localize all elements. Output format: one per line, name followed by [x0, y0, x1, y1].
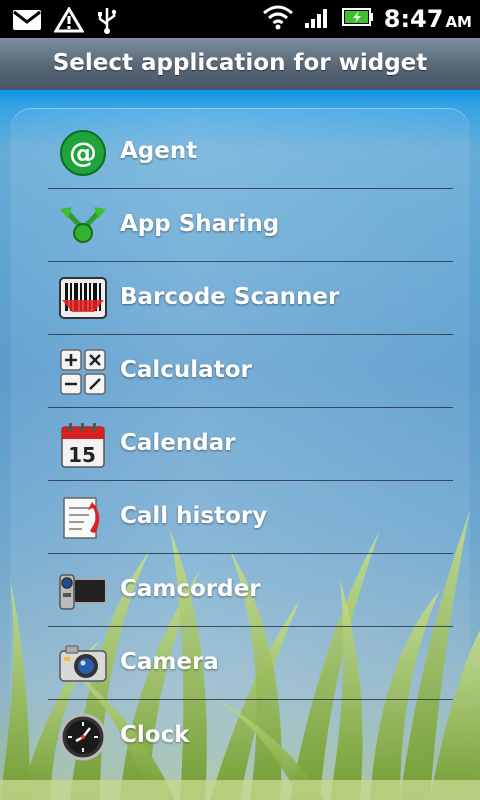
- list-item-label: Camera: [120, 649, 219, 675]
- list-item-label: Camcorder: [120, 576, 261, 602]
- status-ampm: AM: [445, 13, 472, 31]
- battery-charging-icon: [341, 7, 374, 31]
- list-item-calculator[interactable]: Calculator: [48, 335, 453, 408]
- svg-text:@: @: [69, 136, 97, 169]
- list-item-clock[interactable]: Clock: [48, 700, 453, 772]
- list-item-camcorder[interactable]: Camcorder: [48, 554, 453, 627]
- status-clock: 8:47 AM: [384, 4, 472, 34]
- app-sharing-icon: [58, 201, 108, 251]
- wifi-icon: [262, 4, 294, 34]
- list-item-call-history[interactable]: Call history: [48, 481, 453, 554]
- warning-icon: [53, 6, 85, 37]
- dialog-title: Select application for widget: [52, 50, 428, 76]
- status-bar: 8:47 AM: [0, 0, 480, 38]
- calculator-icon: [58, 347, 108, 397]
- list-item-label: Clock: [120, 722, 190, 748]
- list-item-label: Agent: [120, 138, 198, 164]
- list-item-camera[interactable]: Camera: [48, 627, 453, 700]
- list-item-app-sharing[interactable]: App Sharing: [48, 189, 453, 262]
- usb-icon: [96, 6, 118, 38]
- app-list: @ Agent App Sharing Barcode Scanner Calc…: [48, 116, 453, 772]
- list-item-calendar[interactable]: 15 Calendar: [48, 408, 453, 481]
- clock-icon: [58, 712, 108, 762]
- list-item-label: Calendar: [120, 430, 236, 456]
- list-item-agent[interactable]: @ Agent: [48, 116, 453, 189]
- status-time: 8:47: [383, 5, 444, 33]
- list-item-label: App Sharing: [120, 211, 280, 237]
- camcorder-icon: [58, 566, 108, 616]
- list-item-label: Call history: [120, 503, 268, 529]
- mail-icon: [12, 9, 42, 35]
- barcode-icon: [58, 274, 108, 324]
- dialog-title-bar: Select application for widget: [0, 38, 480, 91]
- signal-icon: [304, 5, 332, 33]
- list-item-barcode-scanner[interactable]: Barcode Scanner: [48, 262, 453, 335]
- calendar-icon-day: 15: [68, 443, 96, 467]
- camera-icon: [58, 639, 108, 689]
- call-history-icon: [58, 493, 108, 543]
- list-item-label: Barcode Scanner: [120, 284, 340, 310]
- agent-icon: @: [58, 128, 108, 178]
- list-item-label: Calculator: [120, 357, 252, 383]
- calendar-icon: 15: [58, 420, 108, 470]
